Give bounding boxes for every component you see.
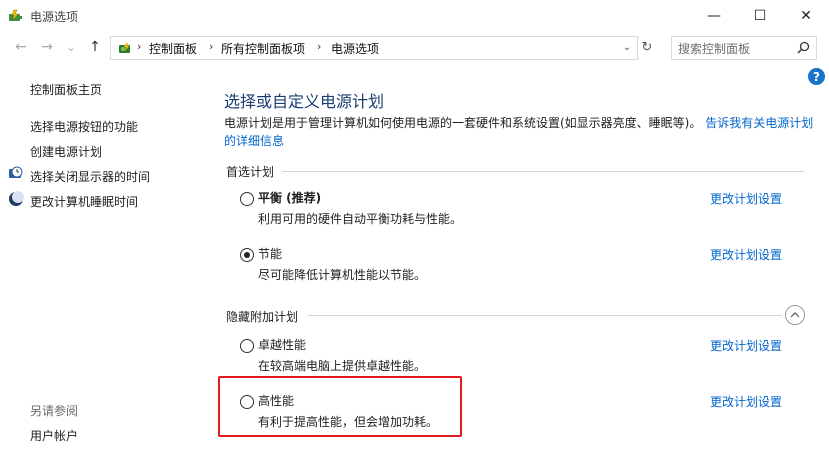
page-description: 电源计划是用于管理计算机如何使用电源的一套硬件和系统设置(如显示器亮度、睡眠等)…: [224, 114, 814, 150]
see-also-heading: 另请参阅: [30, 404, 79, 418]
breadcrumb-separator: ›: [137, 40, 142, 53]
breadcrumb-power-options[interactable]: 电源选项: [331, 40, 379, 57]
radio-selected-dot: [244, 252, 250, 258]
plan-power-saver-desc: 尽可能降低计算机性能以节能。: [258, 268, 427, 282]
plan-ultimate-desc: 在较高端电脑上提供卓越性能。: [258, 359, 427, 373]
breadcrumb-control-panel[interactable]: 控制面板: [149, 40, 197, 57]
power-options-icon: [9, 9, 22, 21]
plan-balanced-change-link[interactable]: 更改计划设置: [710, 190, 782, 207]
collapse-hidden-plans-button[interactable]: [785, 305, 805, 325]
forward-button[interactable]: →: [38, 39, 56, 55]
control-panel-icon: [119, 43, 130, 53]
help-icon[interactable]: ?: [808, 68, 825, 85]
sidebar-item-display-off[interactable]: 选择关闭显示器的时间: [30, 168, 150, 185]
minimize-icon: —: [707, 8, 721, 24]
breadcrumb-all-items[interactable]: 所有控制面板项: [221, 40, 305, 57]
hidden-plans-label: 隐藏附加计划: [226, 310, 299, 324]
plan-power-saver-name[interactable]: 节能: [258, 245, 282, 262]
plan-power-saver-radio[interactable]: [240, 248, 254, 262]
maximize-icon: ☐: [753, 8, 767, 24]
chevron-down-icon: ⌄: [66, 40, 76, 54]
help-glyph: ?: [813, 69, 820, 84]
forward-arrow-icon: →: [41, 39, 53, 55]
plan-balanced-radio[interactable]: [240, 192, 254, 206]
refresh-button[interactable]: ↻: [638, 36, 656, 58]
page-title: 选择或自定义电源计划: [224, 92, 385, 111]
plan-ultimate-radio[interactable]: [240, 339, 254, 353]
back-button[interactable]: ←: [12, 39, 30, 55]
search-icon: [797, 41, 810, 54]
chevron-down-icon: ⌄: [622, 41, 632, 53]
highlight-annotation-box: [218, 376, 462, 437]
sidebar-item-user-accounts[interactable]: 用户帐户: [30, 427, 78, 444]
breadcrumb-separator: ›: [209, 40, 214, 53]
up-arrow-icon: ↑: [89, 39, 101, 55]
divider: [282, 171, 804, 172]
maximize-button[interactable]: ☐: [737, 0, 783, 32]
plan-ultimate-change-link[interactable]: 更改计划设置: [710, 337, 782, 354]
back-arrow-icon: ←: [15, 39, 27, 55]
sidebar-item-sleep-time[interactable]: 更改计算机睡眠时间: [30, 193, 138, 210]
plan-ultimate-name[interactable]: 卓越性能: [258, 336, 306, 353]
plan-balanced-name[interactable]: 平衡 (推荐): [258, 189, 321, 206]
sidebar-item-power-button[interactable]: 选择电源按钮的功能: [30, 118, 138, 135]
learn-more-link-part1[interactable]: 告诉我有关电源计: [705, 116, 801, 130]
search-input[interactable]: 搜索控制面板: [671, 36, 817, 60]
recent-locations-button[interactable]: ⌄: [62, 39, 80, 55]
preferred-plans-label: 首选计划: [226, 165, 275, 179]
divider: [308, 315, 782, 316]
search-placeholder: 搜索控制面板: [678, 42, 751, 56]
plan-balanced-desc: 利用可用的硬件自动平衡功耗与性能。: [258, 212, 463, 226]
sidebar-item-create-plan[interactable]: 创建电源计划: [30, 143, 102, 160]
minimize-button[interactable]: —: [691, 0, 737, 32]
window-title: 电源选项: [30, 10, 79, 24]
close-icon: ✕: [800, 8, 812, 24]
moon-icon: [9, 191, 24, 206]
sidebar-home-link[interactable]: 控制面板主页: [30, 81, 102, 98]
close-button[interactable]: ✕: [783, 0, 829, 32]
up-button[interactable]: ↑: [86, 39, 104, 55]
refresh-icon: ↻: [641, 39, 653, 55]
description-text: 电源计划是用于管理计算机如何使用电源的一套硬件和系统设置(如显示器亮度、睡眠等)…: [224, 116, 702, 130]
address-dropdown-button[interactable]: ⌄: [618, 36, 636, 58]
clock-monitor-icon: [9, 166, 23, 178]
plan-power-saver-change-link[interactable]: 更改计划设置: [710, 246, 782, 263]
breadcrumb-separator: ›: [317, 40, 322, 53]
chevron-up-icon: [790, 312, 800, 318]
address-bar[interactable]: › 控制面板 › 所有控制面板项 › 电源选项: [110, 36, 638, 60]
plan-high-performance-change-link[interactable]: 更改计划设置: [710, 393, 782, 410]
title-bar: 电源选项 — ☐ ✕: [0, 0, 829, 32]
